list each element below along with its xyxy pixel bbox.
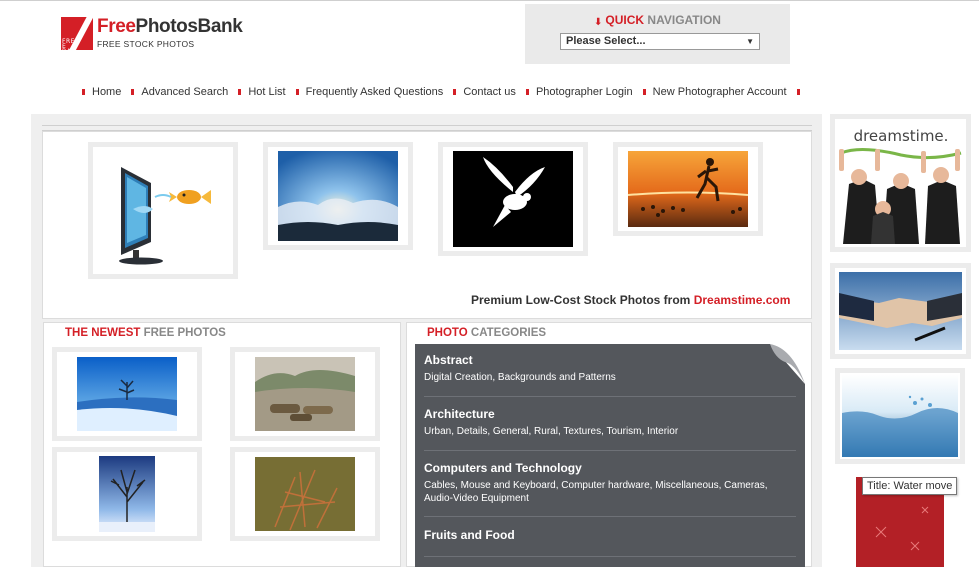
top-border [0, 0, 979, 4]
logo-brand-part2: PhotosBank [135, 16, 243, 37]
menu-bullet [131, 89, 135, 96]
page-curl-icon [770, 344, 805, 384]
menu-bullet [796, 89, 800, 96]
image-tooltip: Title: Water move [862, 477, 958, 495]
newest-photo-2[interactable] [230, 347, 380, 441]
category-description: Digital Creation, Backgrounds and Patter… [424, 372, 616, 383]
category-title[interactable]: Computers and Technology [424, 461, 794, 475]
featured-photo-4[interactable] [613, 142, 763, 236]
newest-photo-1[interactable] [52, 347, 202, 441]
menu-item-advanced-search[interactable]: Advanced Search [141, 86, 228, 98]
categories-title-part2: CATEGORIES [470, 327, 547, 339]
quick-navigation: ⬇ QUICK NAVIGATION Please Select... ▼ [525, 4, 790, 64]
frozen-tree-icon [57, 452, 197, 536]
categories-title-part1: PHOTO [427, 327, 468, 339]
photo-categories-title: PHOTO CATEGORIES [427, 327, 546, 339]
dry-plant-icon [235, 452, 375, 536]
category-divider [424, 396, 796, 397]
menu-bullet [453, 89, 457, 96]
menu-bullet [238, 89, 242, 96]
ad-brand-text: dreamstime. [854, 127, 949, 145]
quick-navigation-select-value: Please Select... [566, 35, 646, 47]
promo-text: Premium Low-Cost Stock Photos from [471, 293, 694, 307]
category-title[interactable]: Abstract [424, 353, 794, 367]
category-divider [424, 556, 796, 557]
newest-title-part1: THE NEWEST [65, 327, 141, 339]
newest-title-part2: FREE PHOTOS [143, 327, 226, 339]
logo-badge: FREE BANK [61, 14, 94, 60]
category-fruits-food[interactable]: Fruits and Food [424, 528, 794, 542]
sidebar-photo-handshake[interactable] [830, 263, 971, 359]
featured-photo-3[interactable] [438, 142, 588, 256]
category-description: Urban, Details, General, Rural, Textures… [424, 426, 679, 437]
quick-navigation-title: ⬇ QUICK NAVIGATION [525, 13, 790, 28]
featured-photo-1[interactable] [88, 142, 238, 279]
quick-navigation-title-part1: QUICK [605, 13, 645, 27]
category-description: Cables, Mouse and Keyboard, Computer har… [424, 480, 768, 504]
logo-brand-part1: Free [97, 16, 136, 37]
quick-navigation-title-part2: NAVIGATION [647, 13, 721, 27]
category-divider [424, 450, 796, 451]
dreamstime-team-ad-icon: dreamstime. [835, 119, 966, 247]
category-divider [424, 516, 796, 517]
category-title[interactable]: Fruits and Food [424, 528, 794, 542]
monitor-goldfish-icon [93, 147, 233, 274]
category-abstract[interactable]: Abstract Digital Creation, Backgrounds a… [424, 353, 794, 384]
newest-photos-title: THE NEWEST FREE PHOTOS [65, 327, 226, 339]
menu-bullet [525, 89, 529, 96]
menu-item-contact-us[interactable]: Contact us [463, 86, 516, 98]
logo-title: FreePhotosBank [97, 16, 243, 38]
category-computers-technology[interactable]: Computers and Technology Cables, Mouse a… [424, 461, 794, 505]
logs-landscape-icon [235, 352, 375, 436]
sidebar-photo-water[interactable] [835, 368, 965, 464]
handshake-icon [835, 268, 966, 354]
quick-navigation-select[interactable]: Please Select... ▼ [560, 33, 760, 50]
menu-item-home[interactable]: Home [92, 86, 121, 98]
category-architecture[interactable]: Architecture Urban, Details, General, Ru… [424, 407, 794, 438]
newest-photo-3[interactable] [52, 447, 202, 541]
logo-subtitle: FREE STOCK PHOTOS [97, 39, 195, 49]
menu-bullet [82, 89, 85, 96]
category-title[interactable]: Architecture [424, 407, 794, 421]
menu-bullet [642, 89, 646, 96]
logo-badge-text: FREE BANK [62, 38, 77, 60]
dropdown-arrow-icon: ▼ [746, 37, 754, 46]
sunrays-clouds-icon [268, 147, 408, 245]
menu-item-faq[interactable]: Frequently Asked Questions [306, 86, 444, 98]
white-dove-icon [443, 147, 583, 251]
featured-photo-2[interactable] [263, 142, 413, 250]
dreamstime-promo: Premium Low-Cost Stock Photos from Dream… [471, 293, 790, 307]
menu-item-photographer-login[interactable]: Photographer Login [536, 86, 633, 98]
main-menu: Home Advanced Search Hot List Frequently… [75, 86, 807, 100]
dreamstime-link[interactable]: Dreamstime.com [694, 293, 791, 307]
menu-bullet [295, 89, 299, 96]
dreamstime-ad[interactable]: dreamstime. [830, 114, 971, 252]
water-splash-icon [840, 373, 960, 459]
category-list-panel: Abstract Digital Creation, Backgrounds a… [415, 344, 805, 567]
arrow-down-icon: ⬇ [594, 17, 603, 28]
runner-beach-sunset-icon [618, 147, 758, 231]
menu-item-hot-list[interactable]: Hot List [248, 86, 285, 98]
winter-tree-icon [57, 352, 197, 436]
newest-photo-4[interactable] [230, 447, 380, 541]
menu-item-new-photographer-account[interactable]: New Photographer Account [653, 86, 787, 98]
